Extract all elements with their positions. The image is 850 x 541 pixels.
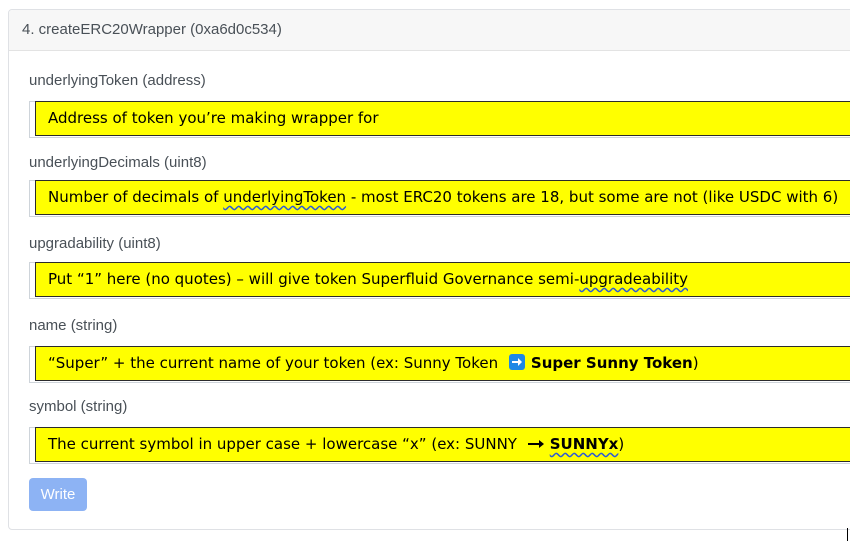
field-label-underlying-token: underlyingToken (address) [29, 72, 206, 89]
function-card: 4. createERC20Wrapper (0xa6d0c534) under… [8, 9, 850, 530]
note-bold-text: Super Sunny Token [530, 354, 693, 372]
upgradability-input[interactable]: Put “1” here (no quotes) – will give tok… [29, 262, 850, 299]
name-input[interactable]: “Super” + the current name of your token… [29, 346, 850, 383]
write-button[interactable]: Write [29, 478, 87, 511]
long-right-arrow-icon [527, 428, 544, 461]
note-text: ) [618, 435, 625, 453]
right-arrow-icon [508, 354, 525, 370]
note-text: Put “1” here (no quotes) – will give tok… [48, 270, 580, 288]
field-label-upgradability: upgradability (uint8) [29, 235, 161, 252]
note-upgradability: Put “1” here (no quotes) – will give tok… [35, 262, 850, 297]
spellcheck-word: upgradeability [579, 270, 688, 288]
underlying-decimals-input[interactable]: Number of decimals of underlyingToken - … [29, 180, 850, 217]
note-text: - most ERC20 tokens are 18, but some are… [346, 188, 839, 206]
note-text: Number of decimals of [48, 188, 224, 206]
field-label-underlying-decimals: underlyingDecimals (uint8) [29, 154, 207, 171]
note-text: ) [692, 354, 699, 372]
note-text: The current symbol in upper case + lower… [48, 435, 522, 453]
divider [847, 528, 848, 541]
function-header: 4. createERC20Wrapper (0xa6d0c534) [9, 10, 850, 51]
note-name: “Super” + the current name of your token… [35, 346, 850, 381]
note-underlying-decimals: Number of decimals of underlyingToken - … [35, 180, 850, 215]
note-bold-text: SUNNYx [549, 435, 619, 453]
note-underlying-token: Address of token you’re making wrapper f… [35, 101, 850, 136]
note-text: “Super” + the current name of your token… [48, 354, 503, 372]
spellcheck-word: underlyingToken [223, 188, 347, 206]
symbol-input[interactable]: The current symbol in upper case + lower… [29, 427, 850, 464]
field-label-name: name (string) [29, 317, 118, 334]
note-symbol: The current symbol in upper case + lower… [35, 427, 850, 462]
field-label-symbol: symbol (string) [29, 398, 128, 415]
underlying-token-input[interactable]: Address of token you’re making wrapper f… [29, 101, 850, 138]
